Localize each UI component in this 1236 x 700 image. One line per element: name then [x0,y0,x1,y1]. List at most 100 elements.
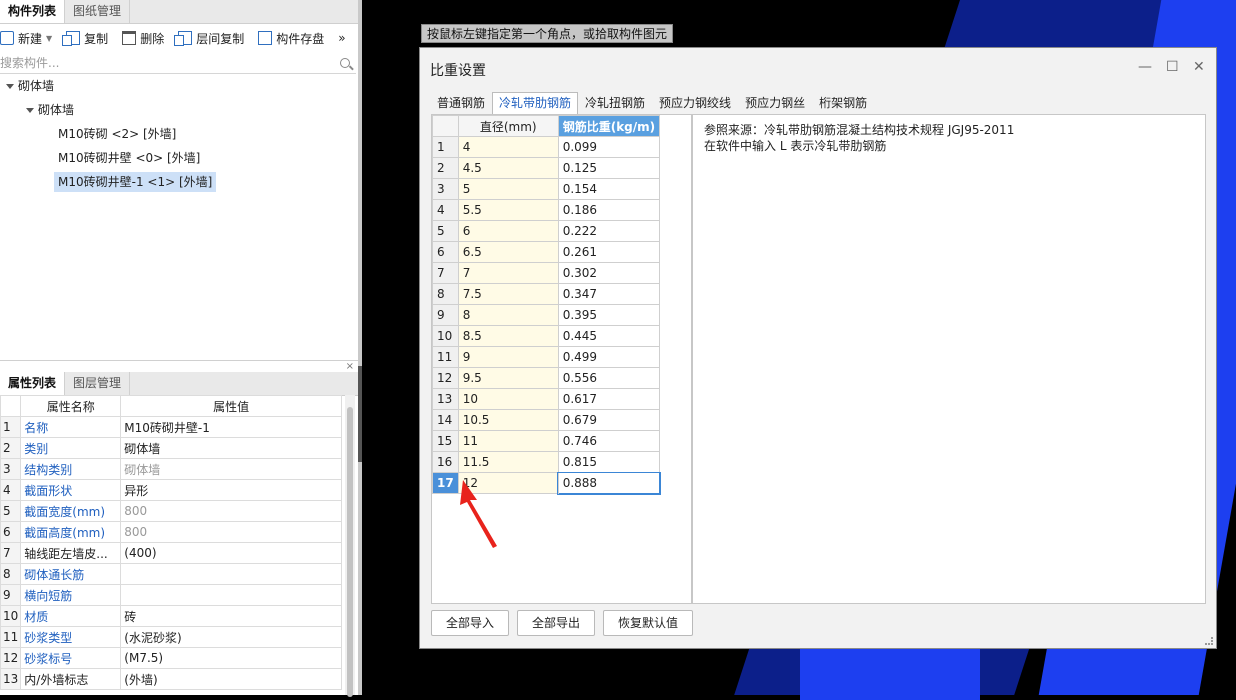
property-name[interactable]: 名称 [20,416,122,438]
property-row[interactable]: 13 内/外墙标志 (外墙) [0,668,342,690]
property-name[interactable]: 材质 [20,605,122,627]
ratio-cell[interactable]: 0.302 [557,262,661,284]
table-row[interactable]: 11 9 0.499 [432,346,661,368]
property-value[interactable]: 砖 [120,605,342,627]
row-number[interactable]: 14 [432,409,459,431]
expand-icon[interactable] [26,108,34,113]
diameter-cell[interactable]: 9 [457,346,559,368]
row-number[interactable]: 11 [432,346,459,368]
table-row[interactable]: 13 10 0.617 [432,388,661,410]
row-number[interactable]: 16 [432,451,459,473]
table-row[interactable]: 10 8.5 0.445 [432,325,661,347]
row-number[interactable]: 8 [432,283,459,305]
search-bar[interactable]: 搜索构件... [0,52,356,74]
ratio-cell[interactable]: 0.154 [557,178,661,200]
property-name[interactable]: 内/外墙标志 [20,668,122,690]
copy-button[interactable]: 复制 [62,30,108,47]
row-number[interactable]: 6 [432,241,459,263]
new-button[interactable]: 新建 ▼ [0,30,52,47]
ratio-cell[interactable]: 0.746 [557,430,661,452]
property-value[interactable]: (水泥砂浆) [120,626,342,648]
diameter-cell[interactable]: 6.5 [457,241,559,263]
property-row[interactable]: 1 名称 M10砖砌井壁-1 [0,416,342,438]
table-row[interactable]: 14 10.5 0.679 [432,409,661,431]
property-name[interactable]: 砂浆类型 [20,626,122,648]
diameter-header[interactable]: 直径(mm) [457,115,559,137]
ratio-cell[interactable]: 0.556 [557,367,661,389]
tab-property-list[interactable]: 属性列表 [0,372,66,395]
diameter-cell[interactable]: 9.5 [457,367,559,389]
close-icon[interactable]: ✕ [1193,59,1205,75]
property-scrollbar[interactable] [345,395,355,697]
property-name[interactable]: 砂浆标号 [20,647,122,669]
property-row[interactable]: 7 轴线距左墙皮... (400) [0,542,342,564]
ratio-cell[interactable]: 0.815 [557,451,661,473]
property-name[interactable]: 类别 [20,437,122,459]
row-number[interactable]: 1 [432,136,459,158]
save-component-button[interactable]: 构件存盘 [258,30,324,47]
table-row[interactable]: 3 5 0.154 [432,178,661,200]
property-name[interactable]: 结构类别 [20,458,122,480]
property-row[interactable]: 2 类别 砌体墙 [0,437,342,459]
diameter-cell[interactable]: 5.5 [457,199,559,221]
diameter-cell[interactable]: 10.5 [457,409,559,431]
tab-layer-management[interactable]: 图层管理 [65,372,131,395]
diameter-cell[interactable]: 7 [457,262,559,284]
expand-icon[interactable] [6,84,14,89]
ratio-cell[interactable]: 0.679 [557,409,661,431]
table-row[interactable]: 9 8 0.395 [432,304,661,326]
table-row[interactable]: 15 11 0.746 [432,430,661,452]
tab-prestressed-wire[interactable]: 预应力钢丝 [738,92,812,114]
property-row[interactable]: 10 材质砖 [0,605,342,627]
diameter-cell[interactable]: 11 [457,430,559,452]
ratio-cell[interactable]: 0.099 [557,136,661,158]
ratio-header[interactable]: 钢筋比重(kg/m) [557,115,661,137]
property-name[interactable]: 横向短筋 [20,584,122,606]
property-name[interactable]: 截面高度(mm) [20,521,122,543]
property-value[interactable] [120,563,342,585]
property-value[interactable]: 800 [120,521,342,543]
property-name[interactable]: 截面形状 [20,479,122,501]
property-row[interactable]: 11 砂浆类型 (水泥砂浆) [0,626,342,648]
resize-grip[interactable] [1205,637,1213,645]
ratio-cell[interactable]: 0.395 [557,304,661,326]
row-number[interactable]: 5 [432,220,459,242]
table-row[interactable]: 8 7.5 0.347 [432,283,661,305]
table-row[interactable]: 7 7 0.302 [432,262,661,284]
property-value[interactable]: 砌体墙 [120,437,342,459]
tree-item-selected[interactable]: M10砖砌井壁-1 <1> [外墙] [54,172,217,192]
ratio-cell[interactable]: 0.125 [557,157,661,179]
tab-drawing-management[interactable]: 图纸管理 [65,0,131,23]
tree-node-root[interactable]: 砌体墙 [6,76,54,96]
minimize-icon[interactable]: — [1138,59,1152,75]
table-row[interactable]: 5 6 0.222 [432,220,661,242]
property-row[interactable]: 6 截面高度(mm) 800 [0,521,342,543]
diameter-cell[interactable]: 4.5 [457,157,559,179]
property-row[interactable]: 4 截面形状 异形 [0,479,342,501]
property-value[interactable]: 异形 [120,479,342,501]
ratio-cell[interactable]: 0.445 [557,325,661,347]
diameter-cell[interactable]: 7.5 [457,283,559,305]
property-row[interactable]: 5 截面宽度(mm) 800 [0,500,342,522]
property-value[interactable]: M10砖砌井壁-1 [120,416,342,438]
ratio-cell[interactable]: 0.888 [557,471,661,495]
property-name[interactable]: 轴线距左墙皮... [20,542,122,564]
delete-button[interactable]: 删除 [122,30,164,47]
maximize-icon[interactable]: ☐ [1166,59,1179,75]
row-number[interactable]: 7 [432,262,459,284]
row-number[interactable]: 12 [432,367,459,389]
import-all-button[interactable]: 全部导入 [431,610,510,636]
diameter-cell[interactable]: 8.5 [457,325,559,347]
tab-prestressed-strand[interactable]: 预应力钢绞线 [652,92,738,114]
diameter-cell[interactable]: 4 [457,136,559,158]
export-all-button[interactable]: 全部导出 [517,610,596,636]
row-number[interactable]: 9 [432,304,459,326]
property-value[interactable]: (400) [120,542,342,564]
table-row[interactable]: 16 11.5 0.815 [432,451,661,473]
property-value[interactable]: (M7.5) [120,647,342,669]
more-button[interactable]: » [338,31,345,45]
row-number[interactable]: 2 [432,157,459,179]
property-name[interactable]: 砌体通长筋 [20,563,122,585]
floor-copy-button[interactable]: 层间复制 [174,30,244,47]
tab-component-list[interactable]: 构件列表 [0,0,66,23]
